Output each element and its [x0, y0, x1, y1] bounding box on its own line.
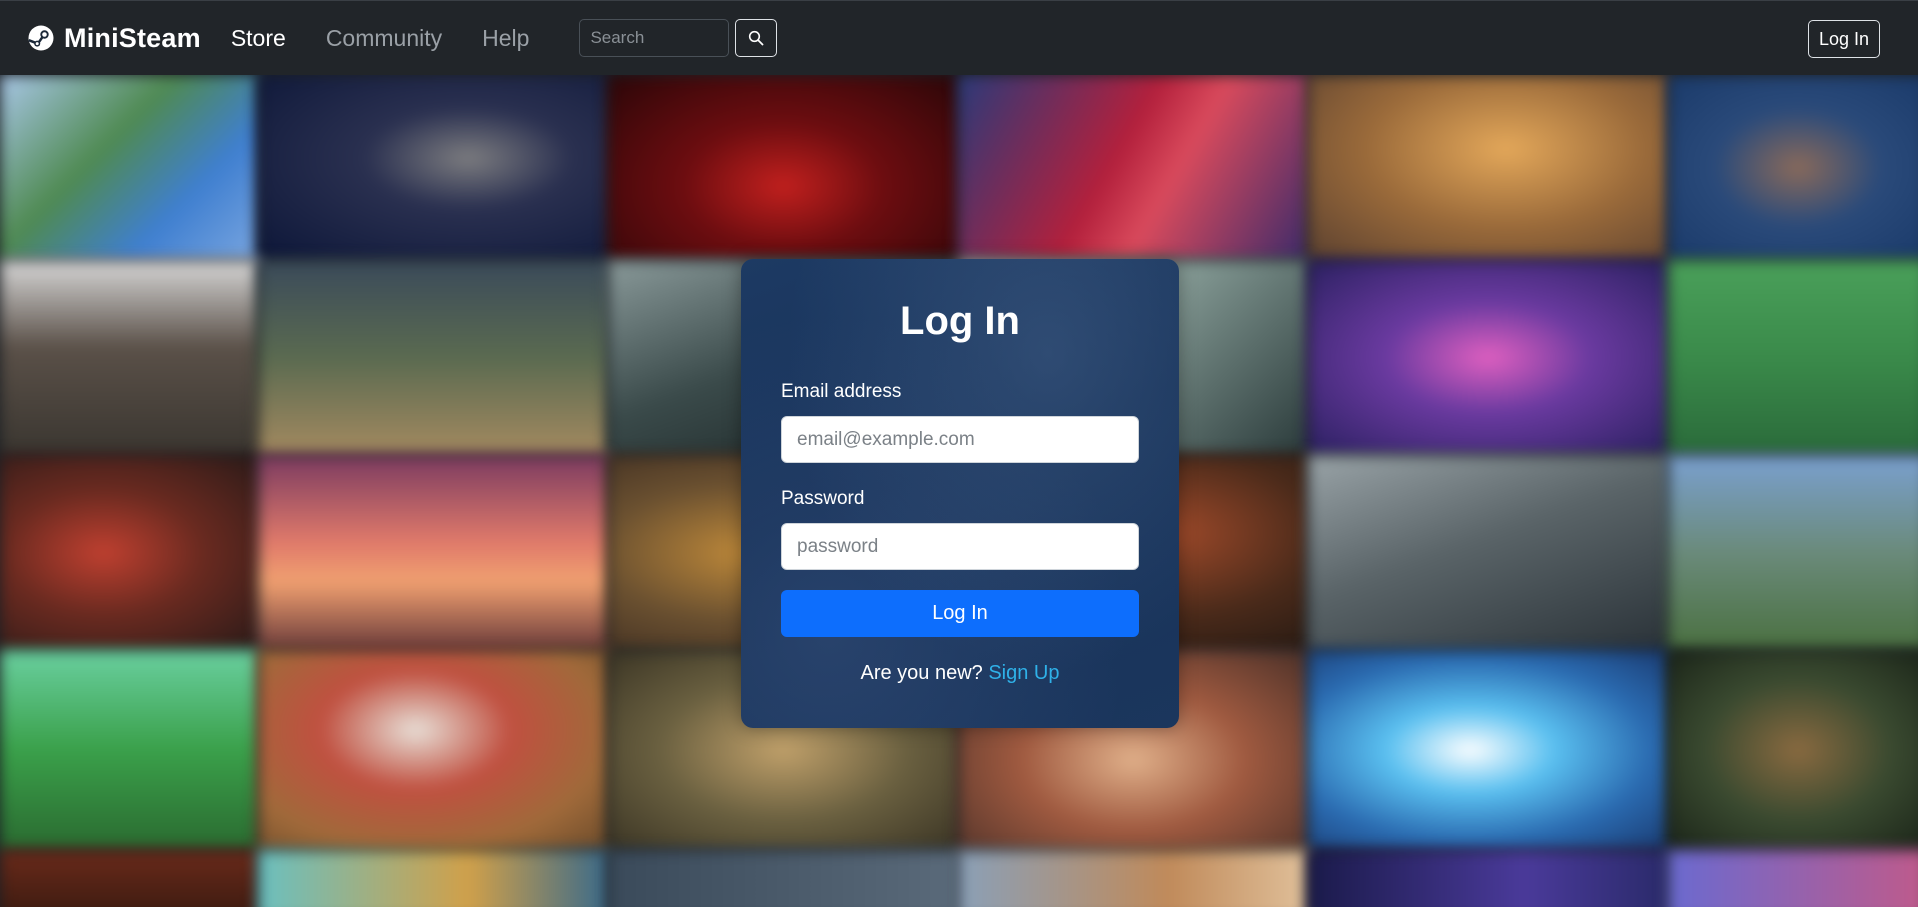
background-tile: [1668, 260, 1918, 455]
search-button[interactable]: [735, 19, 778, 57]
login-title: Log In: [900, 299, 1020, 343]
background-tile: [1308, 75, 1668, 260]
password-label: Password: [781, 488, 865, 509]
background-tile: [0, 850, 258, 907]
background-tile: [608, 75, 958, 260]
background-tile: [608, 850, 958, 907]
signup-prompt: Are you new? Sign Up: [741, 662, 1179, 685]
steam-logo-icon: [28, 25, 54, 51]
login-submit-button[interactable]: Log In: [781, 590, 1139, 637]
background-tile: [1308, 850, 1668, 907]
background-tile: [1668, 650, 1918, 850]
nav-link-store[interactable]: Store: [231, 25, 286, 52]
password-field[interactable]: [781, 523, 1139, 570]
nav-links: Store Community Help: [231, 25, 570, 52]
background-tile: [1308, 260, 1668, 455]
background-tile: [258, 75, 608, 260]
background-tile: [958, 75, 1308, 260]
brand[interactable]: MiniSteam: [28, 23, 201, 54]
email-field[interactable]: [781, 416, 1139, 463]
nav-link-community[interactable]: Community: [326, 25, 442, 52]
brand-name: MiniSteam: [64, 22, 201, 53]
search-form: [579, 19, 778, 57]
background-tile: [0, 650, 258, 850]
background-tile: [1308, 455, 1668, 650]
signup-link[interactable]: Sign Up: [988, 662, 1059, 684]
background-tile: [1308, 650, 1668, 850]
background-tile: [0, 75, 258, 260]
background-tile: [258, 455, 608, 650]
background-tile: [1668, 455, 1918, 650]
nav-link-help[interactable]: Help: [482, 25, 529, 52]
new-user-text: Are you new?: [860, 662, 983, 684]
background-tile: [258, 260, 608, 455]
top-navbar: MiniSteam Store Community Help Log In: [0, 0, 1918, 75]
login-page: MiniSteam Store Community Help Log In: [0, 0, 1918, 907]
navbar-login-button[interactable]: Log In: [1807, 20, 1880, 58]
search-icon: [749, 30, 764, 46]
background-tile: [958, 850, 1308, 907]
email-label: Email address: [781, 381, 902, 402]
background-tile: [258, 650, 608, 850]
background-tile: [0, 455, 258, 650]
background-tile: [1668, 75, 1918, 260]
search-input[interactable]: [579, 19, 730, 57]
login-card: Log In Email address Password Log In Are…: [741, 259, 1179, 728]
background-tile: [0, 260, 258, 455]
background-tile: [1668, 850, 1918, 907]
background-tile: [258, 850, 608, 907]
